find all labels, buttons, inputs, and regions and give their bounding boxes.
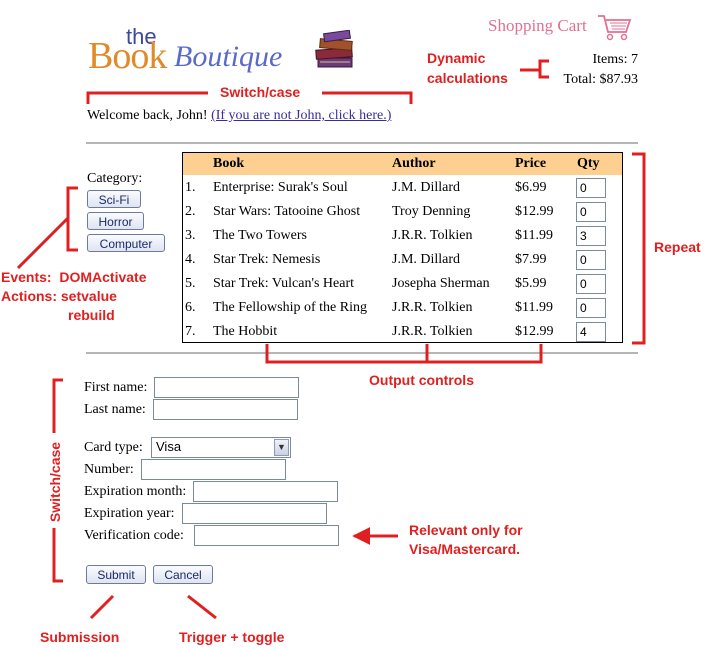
annotation-dynamic-1: Dynamic bbox=[427, 50, 486, 66]
annotation-lines bbox=[16, 59, 646, 620]
annotation-submission: Submission bbox=[40, 629, 120, 645]
annotation-rebuild: rebuild bbox=[68, 307, 115, 323]
annotation-actions: Actions: setvalue bbox=[1, 288, 117, 304]
annotation-switch-top: Switch/case bbox=[220, 84, 301, 100]
annotation-output-controls: Output controls bbox=[369, 372, 474, 388]
annotation-switch-side: Switch/case bbox=[47, 441, 63, 523]
annotation-relevant-2: Visa/Mastercard. bbox=[409, 541, 521, 557]
annotation-repeat: Repeat bbox=[654, 239, 701, 255]
annotation-events: Events: DOMActivate bbox=[1, 269, 147, 285]
annotation-dynamic-2: calculations bbox=[427, 70, 508, 86]
annotation-relevant-1: Relevant only for bbox=[409, 522, 523, 538]
annotation-trigger: Trigger + toggle bbox=[179, 629, 285, 645]
